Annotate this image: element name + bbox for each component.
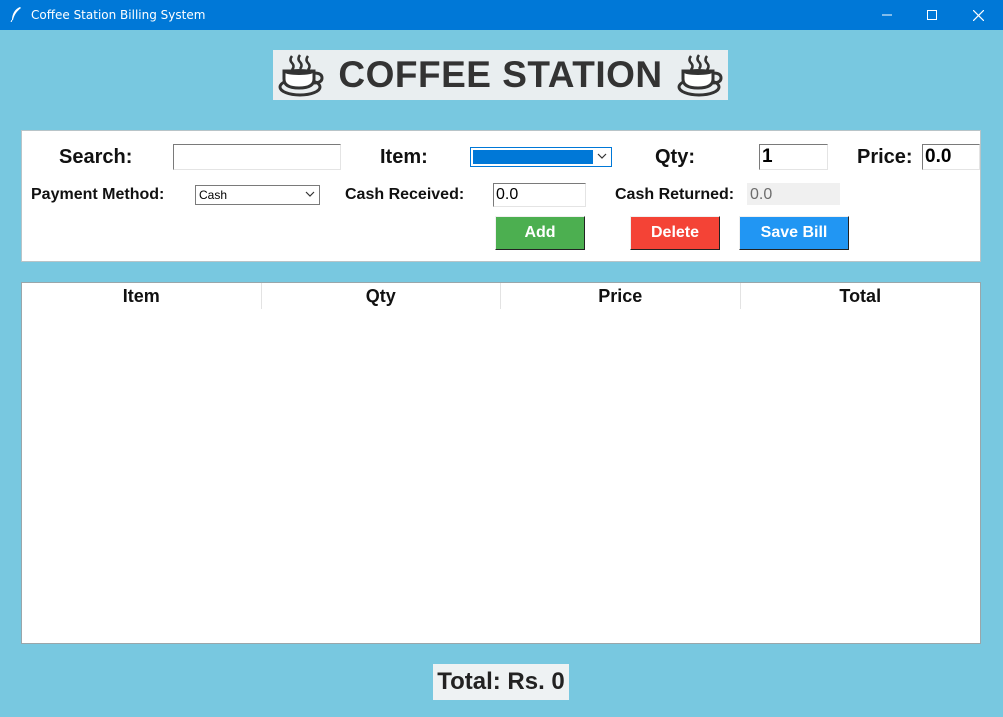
search-label: Search: [59, 146, 133, 168]
close-icon [972, 9, 984, 21]
item-label: Item: [380, 146, 428, 168]
grand-total: Total: Rs. 0 [433, 664, 569, 700]
app-title: COFFEE STATION [338, 54, 663, 95]
minimize-icon [882, 14, 892, 16]
minimize-button[interactable] [864, 0, 910, 30]
table-header: Item Qty Price Total [22, 283, 980, 309]
cash-returned-field: 0.0 [747, 183, 840, 205]
payment-method-dropdown[interactable]: Cash [195, 185, 320, 205]
maximize-icon [927, 10, 937, 20]
price-label: Price: [857, 146, 913, 168]
item-selected-value [473, 150, 593, 164]
coffee-cup-icon [677, 54, 723, 97]
payment-method-value: Cash [199, 188, 228, 202]
window-title: Coffee Station Billing System [31, 8, 206, 22]
column-header-qty[interactable]: Qty [262, 283, 501, 309]
qty-label: Qty: [655, 146, 695, 168]
qty-input[interactable]: 1 [759, 144, 828, 170]
maximize-button[interactable] [909, 0, 955, 30]
save-bill-button[interactable]: Save Bill [739, 216, 849, 250]
bill-table[interactable]: Item Qty Price Total [21, 282, 981, 644]
column-header-item[interactable]: Item [22, 283, 262, 309]
column-header-total[interactable]: Total [741, 283, 981, 309]
billing-form-panel: Search: Item: Qty: 1 Price: 0.0 Payment … [21, 130, 981, 262]
payment-method-label: Payment Method: [31, 186, 165, 203]
cash-received-label: Cash Received: [345, 186, 465, 203]
feather-icon [10, 7, 21, 22]
close-button[interactable] [955, 0, 1001, 30]
price-input[interactable]: 0.0 [922, 144, 980, 170]
search-input[interactable] [173, 144, 341, 170]
window-titlebar[interactable]: Coffee Station Billing System [0, 0, 1003, 30]
coffee-cup-icon [278, 54, 324, 97]
cash-received-input[interactable]: 0.0 [493, 183, 586, 207]
cash-returned-label: Cash Returned: [615, 186, 735, 203]
item-dropdown[interactable] [470, 147, 612, 167]
column-header-price[interactable]: Price [501, 283, 741, 309]
header-banner: COFFEE STATION [273, 50, 728, 100]
chevron-down-icon [597, 153, 607, 159]
chevron-down-icon [305, 191, 315, 197]
delete-button[interactable]: Delete [630, 216, 720, 250]
add-button[interactable]: Add [495, 216, 585, 250]
